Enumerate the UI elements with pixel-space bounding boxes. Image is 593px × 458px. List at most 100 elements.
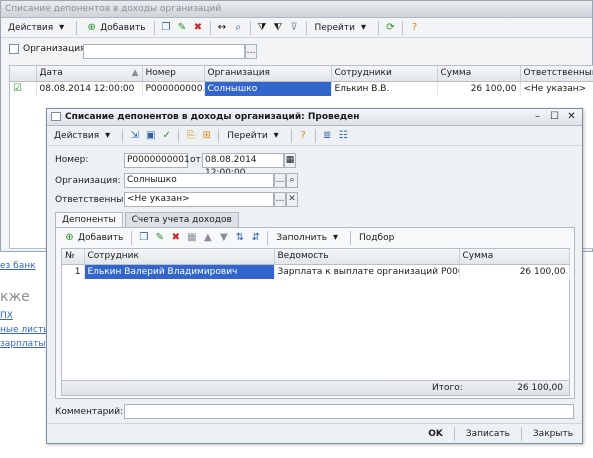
see-also-heading: кже	[0, 289, 30, 305]
dropdown-arrow-icon: ▾	[273, 130, 279, 141]
number-field[interactable]: P0000000001	[124, 153, 190, 168]
doc-actions-menu-button[interactable]: Действия ▾	[51, 128, 117, 144]
toolbar-separator	[178, 128, 180, 143]
toolbar-separator	[267, 230, 269, 245]
refresh-icon[interactable]: ⟳	[384, 21, 397, 34]
responsible-select-button[interactable]: …	[274, 192, 286, 207]
deponents-table: № Сотрудник Ведомость Сумма 1 Елькин Вал…	[62, 249, 570, 279]
settings-list-icon[interactable]: ☷	[337, 129, 350, 142]
toolbar-separator	[153, 20, 155, 35]
organization-field[interactable]: Солнышко	[124, 173, 274, 188]
row-number: P0000000001	[142, 81, 205, 96]
row-date: 08.08.2014 12:00:00	[36, 81, 143, 96]
column-employee[interactable]: Сотрудник	[84, 249, 275, 265]
link-sheets[interactable]: ные листь	[0, 325, 49, 335]
sort-desc-icon[interactable]: ⇵	[249, 231, 262, 244]
link-salary[interactable]: зарплаты	[0, 339, 46, 349]
end-edit-icon[interactable]: ▦	[185, 231, 198, 244]
organization-select-button[interactable]: …	[245, 44, 257, 59]
date-field[interactable]: 08.08.2014 12:00:00	[202, 153, 284, 178]
document-window: Списание депонентов в доходы организаций…	[46, 108, 583, 444]
organization-filter-checkbox[interactable]	[9, 44, 19, 54]
link-bank[interactable]: ез банк	[0, 261, 36, 271]
organization-filter: Организация:	[9, 44, 89, 54]
save-button[interactable]: Записать	[463, 429, 513, 439]
row-add-button[interactable]: ⊕ Добавить	[60, 230, 126, 246]
doc-go-label: Перейти	[227, 130, 268, 141]
close-button[interactable]: Закрыть	[530, 429, 576, 439]
interval-icon[interactable]: ↔	[216, 21, 229, 34]
movements-icon[interactable]: ≣	[321, 129, 334, 142]
posted-document-icon: ☑	[10, 81, 37, 96]
go-menu-button[interactable]: Перейти ▾	[312, 20, 374, 36]
list-toolbar: Действия ▾ ⊕ Добавить ❐ ✎ ✖ ↔ ⌕ ⧩ ⧨ ⊽ Пере…	[1, 18, 592, 38]
organization-filter-input[interactable]	[83, 44, 245, 59]
delete-icon[interactable]: ✖	[169, 231, 182, 244]
dropdown-arrow-icon: ▾	[360, 22, 367, 33]
column-sum[interactable]: Сумма	[459, 249, 570, 265]
tab-deponents[interactable]: Депоненты	[55, 212, 123, 227]
tabs-bar: Депоненты Счета учета доходов	[55, 212, 239, 227]
column-statement[interactable]: Ведомость	[274, 249, 460, 265]
row-statement: Зарплата к выплате организаций P000000..…	[274, 264, 460, 279]
row-sum: 26 100,00	[459, 264, 570, 279]
filter-icon[interactable]: ⧩	[256, 21, 269, 34]
minimize-icon[interactable]: –	[531, 110, 544, 124]
responsible-field[interactable]: <Не указан>	[124, 192, 274, 207]
column-organization[interactable]: Организация	[204, 66, 332, 82]
edit-icon[interactable]: ✎	[176, 21, 189, 34]
pick-button[interactable]: Подбор	[356, 230, 397, 246]
maximize-icon[interactable]: ☐	[548, 110, 561, 124]
link-ph[interactable]: ПХ	[0, 311, 13, 321]
column-employees[interactable]: Сотрудники	[331, 66, 438, 82]
fill-menu-button[interactable]: Заполнить ▾	[273, 230, 345, 246]
move-down-icon[interactable]: ▼	[217, 231, 230, 244]
help-icon[interactable]: ?	[408, 21, 421, 34]
doc-go-menu-button[interactable]: Перейти ▾	[224, 128, 286, 144]
table-row[interactable]: 1 Елькин Валерий Владимирович Зарплата к…	[62, 264, 570, 279]
dropdown-arrow-icon: ▾	[59, 22, 65, 33]
documents-table: Дата ▲ Номер Организация Сотрудники Сумма…	[10, 66, 593, 96]
sort-asc-icon[interactable]: ⇅	[233, 231, 246, 244]
add-button[interactable]: ⊕ Добавить	[82, 20, 148, 36]
add-icon: ⊕	[87, 22, 96, 33]
filter-clear-icon[interactable]: ⊽	[288, 21, 301, 34]
move-up-icon[interactable]: ▲	[201, 231, 214, 244]
column-responsible[interactable]: Ответственный	[520, 66, 593, 82]
column-number[interactable]: Номер	[142, 66, 205, 82]
help-icon[interactable]: ?	[297, 129, 310, 142]
save-icon[interactable]: ▣	[144, 129, 157, 142]
actions-menu-button[interactable]: Действия ▾	[5, 20, 71, 36]
document-window-titlebar: Списание депонентов в доходы организаций…	[47, 109, 582, 126]
document-footer: OK Записать Закрыть	[47, 423, 582, 443]
responsible-label: Ответственный:	[55, 195, 133, 205]
comment-field[interactable]	[124, 404, 574, 419]
post-icon[interactable]: ✓	[160, 129, 173, 142]
column-sum[interactable]: Сумма	[437, 66, 521, 82]
delete-icon[interactable]: ✖	[192, 21, 205, 34]
tab-income-accounts[interactable]: Счета учета доходов	[124, 212, 239, 227]
find-icon[interactable]: ⌕	[232, 21, 245, 34]
deponents-table-area: № Сотрудник Ведомость Сумма 1 Елькин Вал…	[61, 248, 570, 396]
close-icon[interactable]: ✕	[565, 110, 578, 124]
based-on-icon[interactable]: ⎘	[184, 129, 197, 142]
organization-open-icon[interactable]: ⌕	[286, 173, 298, 188]
actions-label: Действия	[8, 22, 54, 33]
footer-separator	[520, 426, 522, 441]
doc-actions-label: Действия	[54, 130, 100, 141]
filter-selection-icon[interactable]: ⧨	[272, 21, 285, 34]
column-row-number[interactable]: №	[62, 249, 85, 265]
row-employee: Елькин В.В.	[331, 81, 438, 96]
column-date[interactable]: Дата ▲	[36, 66, 143, 82]
table-row[interactable]: ☑ 08.08.2014 12:00:00 P0000000001 Солныш…	[10, 81, 593, 96]
row-organization: Солнышко	[204, 81, 332, 96]
copy-icon[interactable]: ❐	[137, 231, 150, 244]
post-and-close-icon[interactable]: ⇲	[128, 129, 141, 142]
copy-icon[interactable]: ❐	[160, 21, 173, 34]
responsible-clear-icon[interactable]: ✕	[286, 192, 298, 207]
edit-icon[interactable]: ✎	[153, 231, 166, 244]
organization-select-button[interactable]: …	[274, 173, 286, 188]
structure-icon[interactable]: ⊞	[200, 129, 213, 142]
calendar-icon[interactable]: ▦	[284, 153, 296, 168]
ok-button[interactable]: OK	[425, 429, 446, 439]
